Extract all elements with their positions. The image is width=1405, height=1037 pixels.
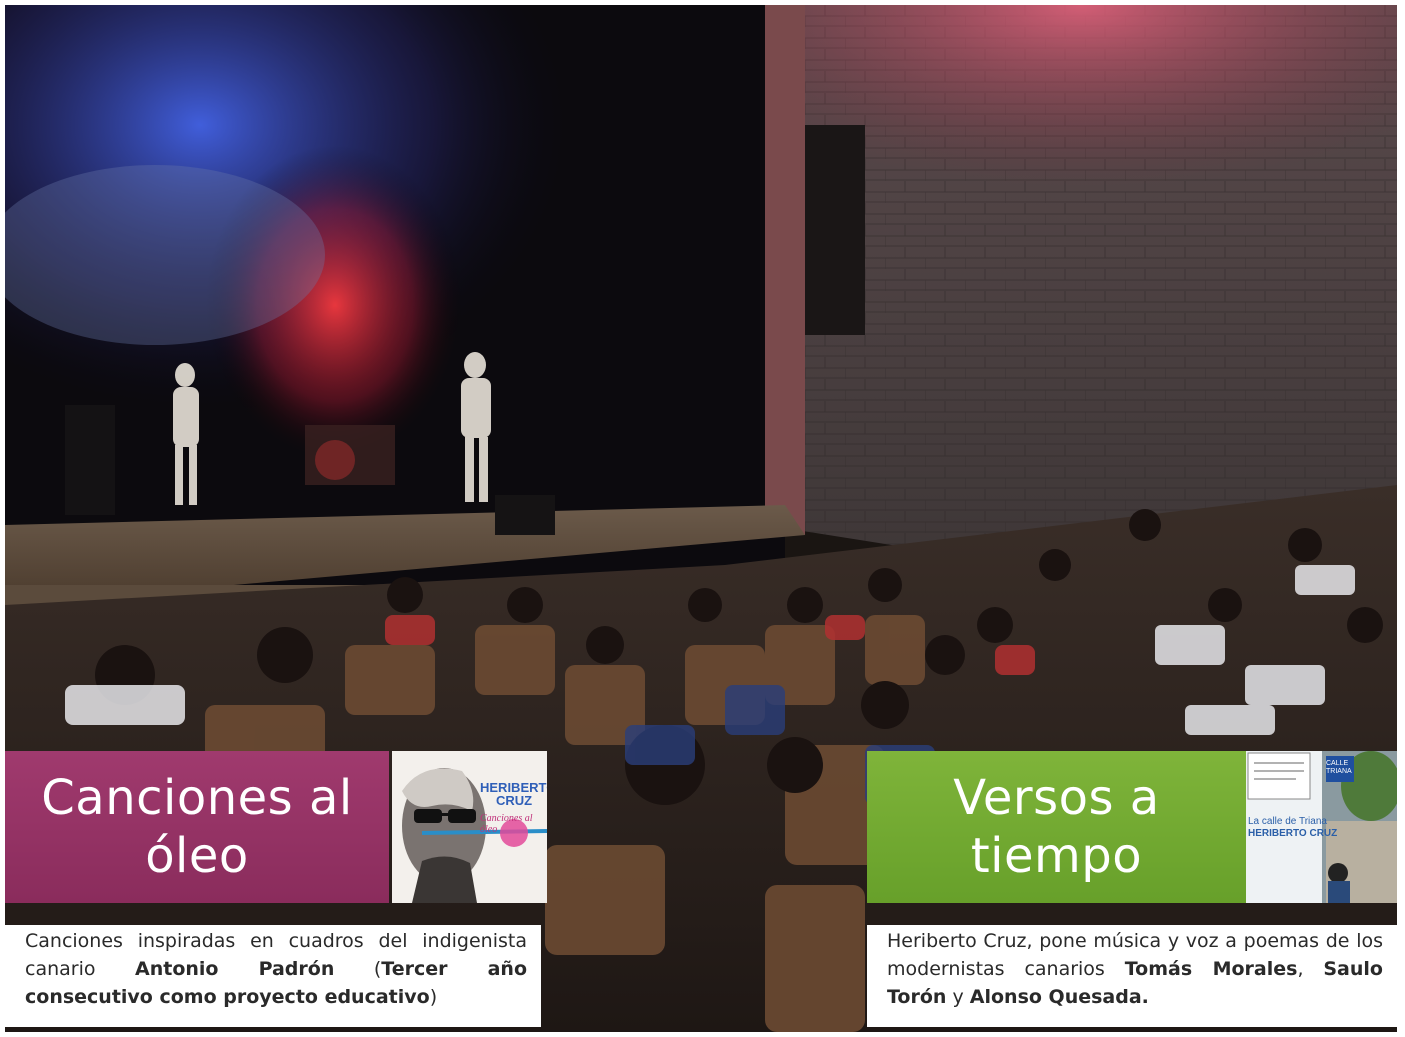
cover-artist-line2: CRUZ (496, 793, 533, 808)
cover-artist: HERIBERTO CRUZ (1248, 828, 1338, 839)
desc-bold-painter: Antonio Padrón (135, 958, 335, 980)
album-cover-versos: CALLE TRIANA La calle de Triana HERIBERT… (1246, 751, 1397, 903)
title-line-1: Versos a (953, 770, 1160, 826)
album-cover-art (1246, 751, 1397, 903)
desc-text: ( (334, 958, 382, 980)
title-line-2: óleo (145, 828, 249, 884)
description-canciones: Canciones inspiradas en cuadros del indi… (5, 925, 541, 1027)
cover-street-sign: CALLE TRIANA (1326, 760, 1352, 775)
title-line-1: Canciones al (41, 770, 353, 826)
description-versos: Heriberto Cruz, pone música y voz a poem… (867, 925, 1397, 1027)
desc-bold-poet: Alonso Quesada. (969, 986, 1149, 1008)
title-line-2: tiempo (970, 828, 1143, 884)
title-panel-versos: Versos a tiempo (867, 751, 1246, 903)
desc-text: , (1297, 958, 1324, 980)
cover-album-title: Canciones al óleo (480, 813, 533, 835)
desc-text: y (946, 986, 970, 1008)
desc-text: ) (429, 986, 438, 1008)
album-cover-canciones: HERIBERTO CRUZ Canciones al óleo (392, 751, 547, 903)
cover-title: La calle de Triana (1248, 816, 1327, 827)
desc-bold-poet: Tomás Morales (1124, 958, 1298, 980)
title-panel-canciones: Canciones al óleo (5, 751, 389, 903)
